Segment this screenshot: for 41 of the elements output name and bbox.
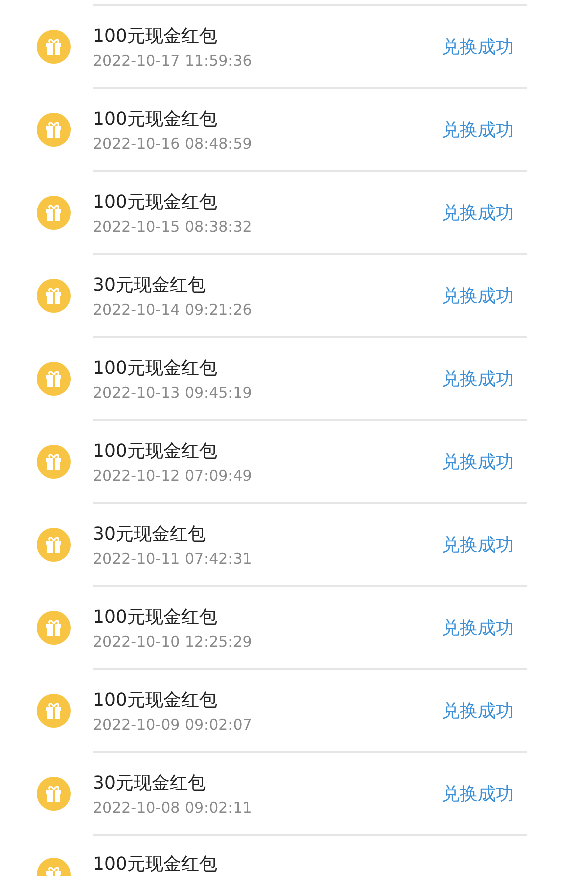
redeem-time: 2022-10-12 07:09:49 — [93, 466, 252, 484]
redeem-time: 2022-10-16 08:48:59 — [93, 134, 252, 152]
reward-title: 30元现金红包 — [93, 772, 207, 794]
reward-title: 100元现金红包 — [93, 356, 218, 380]
redeem-time: 2022-10-15 08:38:32 — [93, 218, 252, 236]
status-label: 兑换成功 — [442, 284, 514, 308]
gift-icon — [37, 444, 71, 478]
status-label: 兑换成功 — [442, 450, 514, 474]
gift-icon — [37, 278, 71, 312]
gift-icon — [37, 362, 71, 396]
gift-icon — [37, 776, 71, 810]
reward-title: 100元现金红包 — [93, 606, 218, 628]
redeem-time: 2022-10-11 07:42:31 — [93, 550, 252, 568]
redeem-time: 2022-10-10 12:25:29 — [93, 632, 252, 650]
reward-title: 100元现金红包 — [93, 440, 218, 462]
gift-icon — [37, 30, 71, 64]
status-label: 兑换成功 — [442, 202, 514, 224]
status-label: 兑换成功 — [442, 118, 514, 142]
redeem-time: 2022-10-08 09:02:11 — [93, 798, 252, 816]
gift-icon — [37, 112, 71, 146]
status-label: 兑换成功 — [442, 616, 514, 640]
gift-icon — [37, 196, 71, 230]
reward-title: 100元现金红包 — [93, 108, 218, 130]
reward-title: 30元现金红包 — [93, 274, 207, 296]
gift-icon — [37, 694, 71, 728]
reward-title: 100元现金红包 — [93, 24, 218, 48]
status-label: 兑换成功 — [442, 36, 514, 58]
status-label: 兑换成功 — [442, 368, 514, 390]
gift-icon — [37, 528, 71, 562]
status-label: 兑换成功 — [442, 700, 514, 722]
reward-title: 100元现金红包 — [93, 688, 218, 712]
reward-title: 100元现金红包 — [93, 190, 218, 214]
gift-icon — [37, 610, 71, 644]
redeem-time: 2022-10-14 09:21:26 — [93, 300, 252, 318]
status-label: 兑换成功 — [442, 782, 514, 806]
redeem-time: 2022-10-13 09:45:19 — [93, 384, 252, 402]
status-label: 兑换成功 — [442, 534, 514, 556]
reward-title: 30元现金红包 — [93, 522, 207, 546]
reward-title: 100元现金红包 — [93, 853, 218, 876]
redeem-time: 2022-10-09 09:02:07 — [93, 716, 252, 734]
redeem-time: 2022-10-17 11:59:36 — [93, 52, 252, 70]
